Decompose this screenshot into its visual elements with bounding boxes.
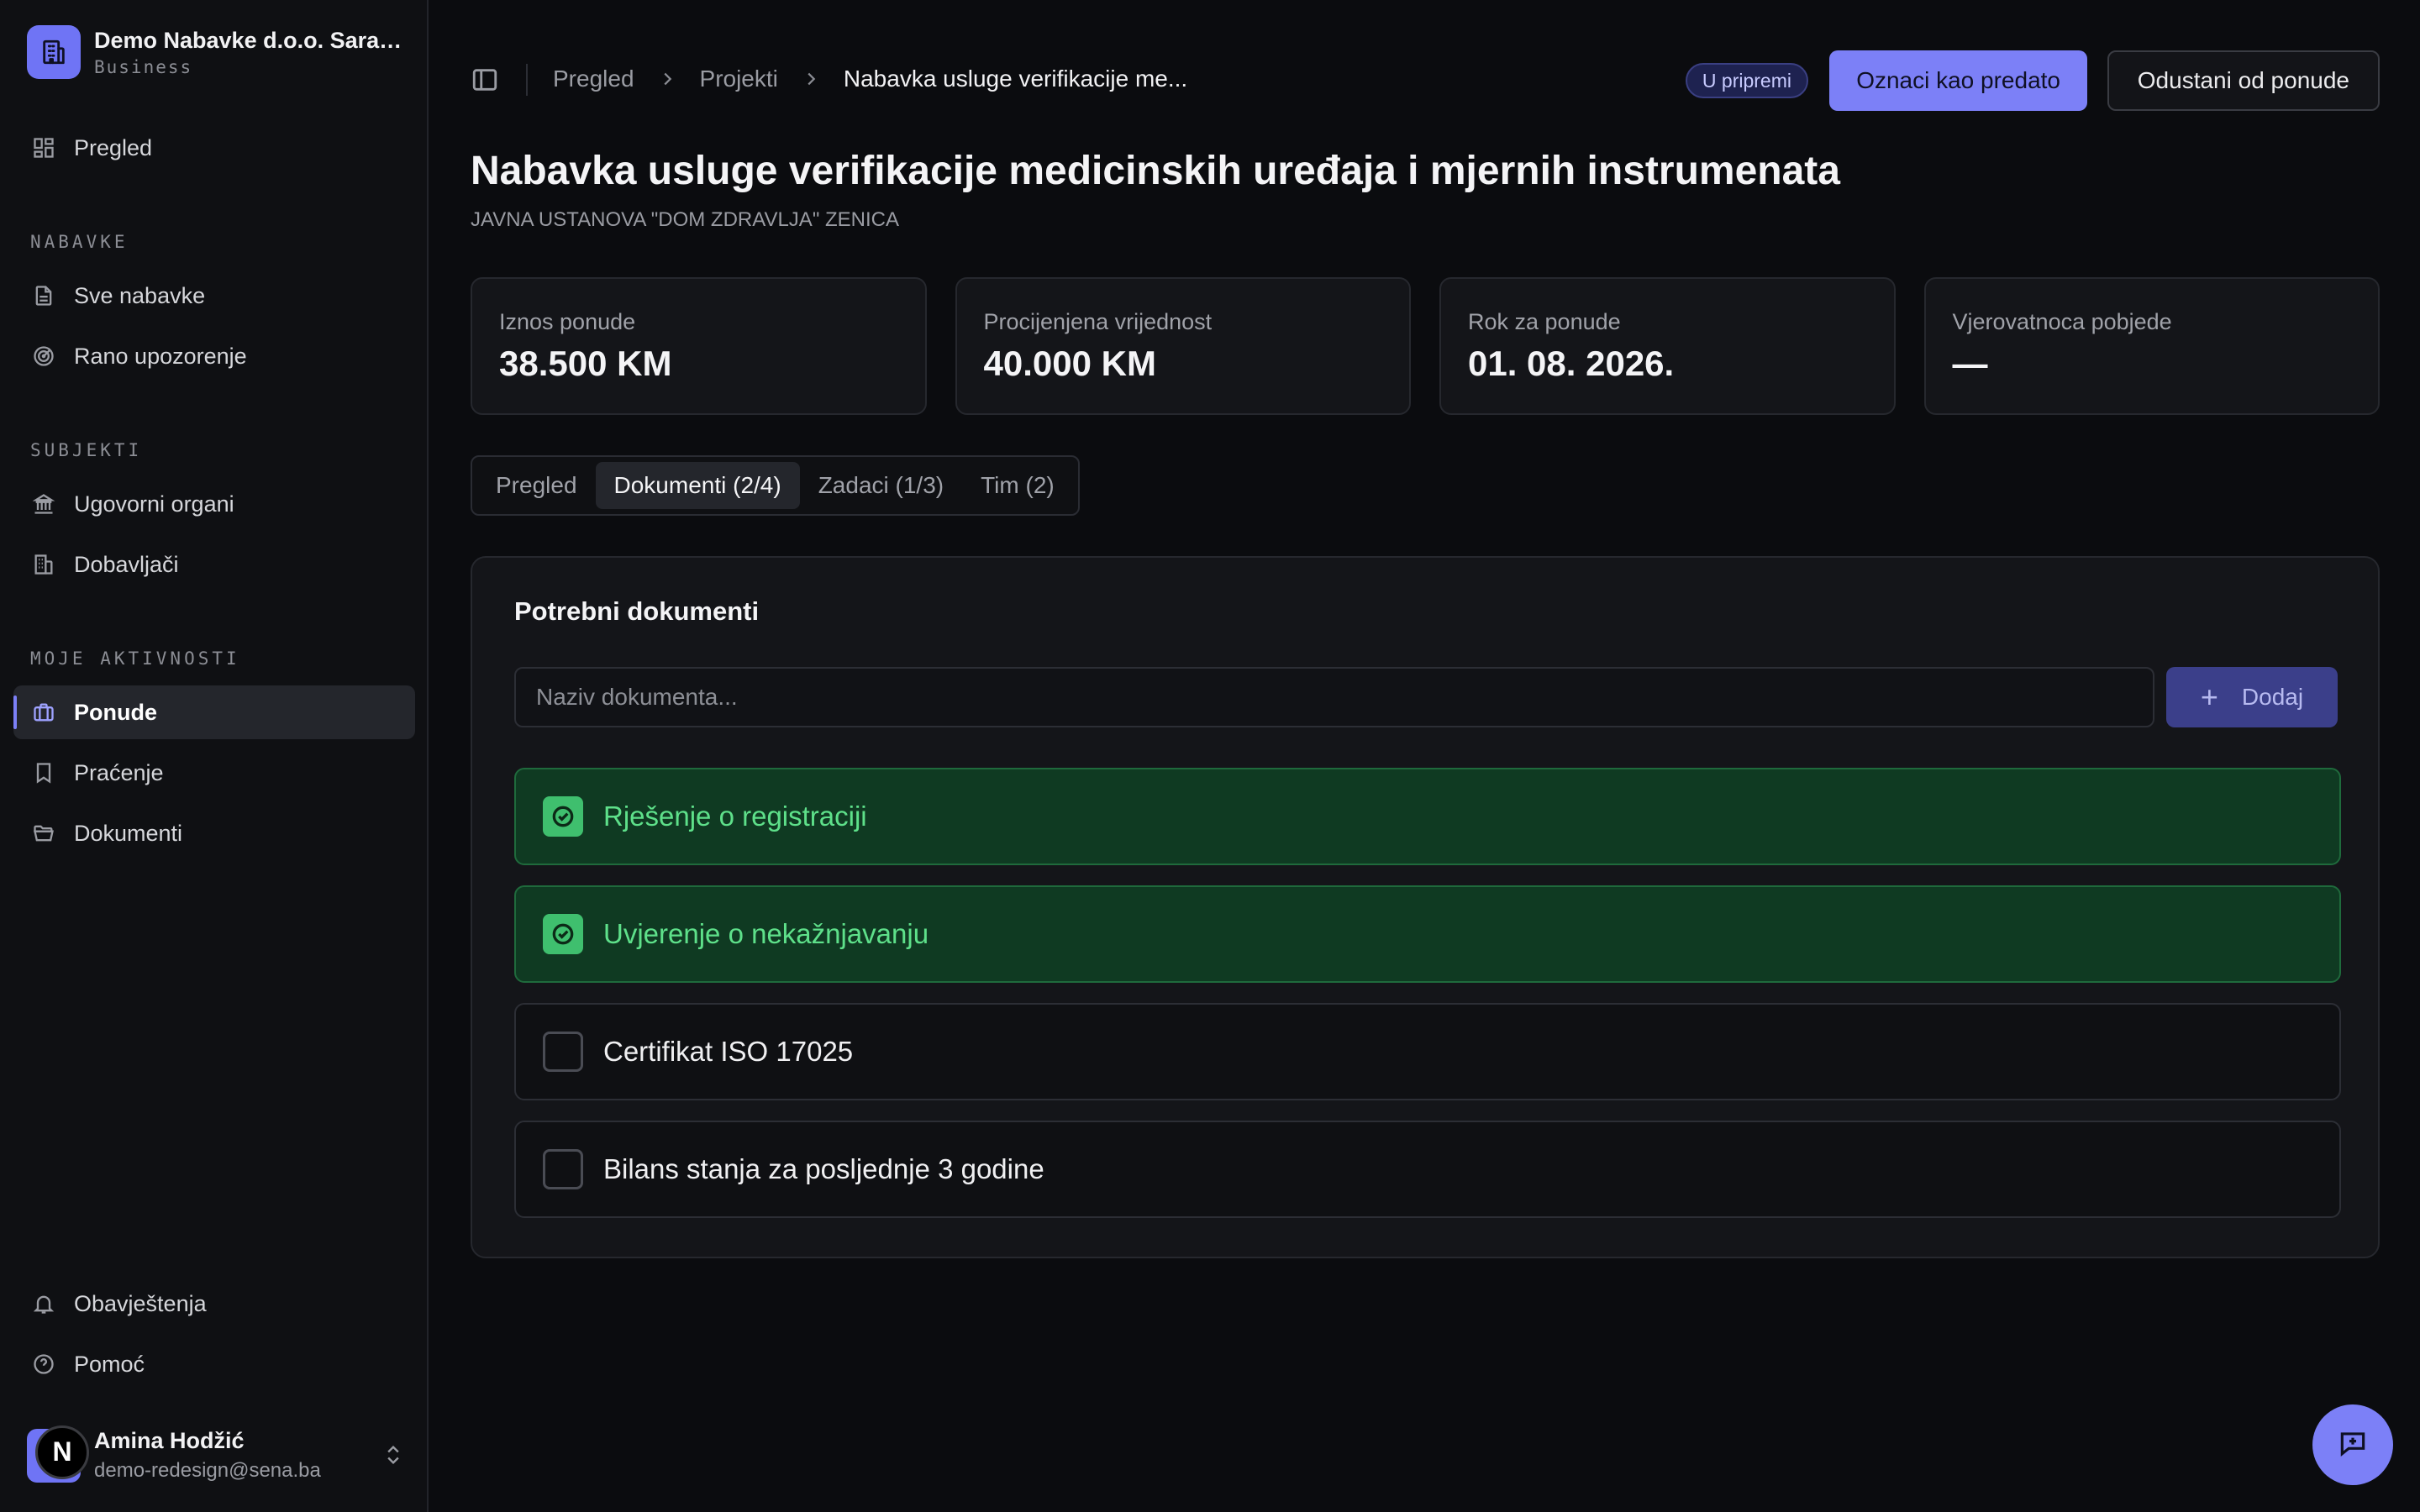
plus-icon: + bbox=[2200, 680, 2218, 714]
topbar: Pregled Projekti Nabavka usluge verifika… bbox=[471, 47, 2380, 111]
stat-label: Procijenjena vrijednost bbox=[983, 309, 1213, 334]
chevron-right-icon bbox=[802, 70, 820, 88]
folder-icon bbox=[30, 820, 57, 847]
document-label: Bilans stanja za posljednje 3 godine bbox=[603, 1153, 1044, 1184]
check-circle-icon[interactable] bbox=[543, 796, 583, 837]
breadcrumb-current: Nabavka usluge verifikacije me... bbox=[843, 66, 1188, 92]
stat-label: Vjerovatnoca pobjede bbox=[1952, 309, 2172, 334]
document-label: Uvjerenje o nekažnjavanju bbox=[603, 918, 929, 949]
sidebar-item-dokumenti[interactable]: Dokumenti bbox=[13, 806, 415, 860]
stat-card: Procijenjena vrijednost 40.000 KM bbox=[955, 277, 1411, 415]
sidebar-item-label: Ponude bbox=[74, 699, 157, 725]
org-switcher[interactable]: Demo Nabavke d.o.o. Sarajevo Business bbox=[27, 25, 405, 79]
landmark-icon bbox=[30, 491, 57, 517]
help-icon bbox=[30, 1351, 57, 1378]
document-label: Certifikat ISO 17025 bbox=[603, 1036, 854, 1067]
stat-value: — bbox=[1952, 344, 1988, 383]
stat-label: Rok za ponude bbox=[1468, 309, 1621, 334]
document-item[interactable]: Bilans stanja za posljednje 3 godine bbox=[514, 1121, 2341, 1218]
panel-toggle-icon[interactable] bbox=[471, 66, 499, 94]
tab-pregled[interactable]: Pregled bbox=[477, 462, 596, 509]
building-icon bbox=[27, 25, 81, 79]
divider bbox=[526, 64, 528, 96]
sidebar-item-label: Praćenje bbox=[74, 759, 164, 785]
stat-card: Vjerovatnoca pobjede — bbox=[1923, 277, 2380, 415]
sidebar-item-label: Sve nabavke bbox=[74, 282, 206, 308]
file-icon bbox=[30, 282, 57, 309]
breadcrumb-projekti[interactable]: Projekti bbox=[700, 66, 778, 92]
breadcrumb-pregled[interactable]: Pregled bbox=[553, 66, 634, 92]
sidebar-item-ponude[interactable]: Ponude bbox=[13, 685, 415, 739]
user-name: Amina Hodžić bbox=[94, 1428, 245, 1453]
document-list: Rješenje o registraciji Uvjerenje o neka… bbox=[514, 768, 2341, 1238]
tab-tim[interactable]: Tim (2) bbox=[962, 462, 1073, 509]
withdraw-offer-button[interactable]: Odustani od ponude bbox=[2107, 50, 2380, 111]
stat-card: Rok za ponude 01. 08. 2026. bbox=[1439, 277, 1896, 415]
sidebar-item-rano-upozorenje[interactable]: Rano upozorenje bbox=[13, 329, 415, 383]
sidebar: Demo Nabavke d.o.o. Sarajevo Business Pr… bbox=[0, 0, 429, 1512]
sidebar-item-dobavljaci[interactable]: Dobavljači bbox=[13, 538, 415, 591]
stat-value: 40.000 KM bbox=[983, 344, 1156, 383]
add-document-button[interactable]: + Dodaj bbox=[2166, 667, 2338, 727]
radar-icon bbox=[30, 343, 57, 370]
documents-title: Potrebni dokumenti bbox=[514, 596, 760, 626]
tab-list: Pregled Dokumenti (2/4) Zadaci (1/3) Tim… bbox=[471, 455, 1080, 516]
stat-value: 01. 08. 2026. bbox=[1468, 344, 1675, 383]
document-item[interactable]: Uvjerenje o nekažnjavanju bbox=[514, 885, 2341, 983]
document-name-input[interactable] bbox=[514, 667, 2154, 727]
chevrons-updown-icon bbox=[381, 1443, 405, 1471]
sidebar-item-pregled[interactable]: Pregled bbox=[13, 121, 415, 175]
checkbox[interactable] bbox=[543, 1032, 583, 1072]
document-item[interactable]: Certifikat ISO 17025 bbox=[514, 1003, 2341, 1100]
sidebar-item-label: Rano upozorenje bbox=[74, 343, 247, 369]
stat-label: Iznos ponude bbox=[499, 309, 636, 334]
tab-zadaci[interactable]: Zadaci (1/3) bbox=[800, 462, 962, 509]
sidebar-item-pracenje[interactable]: Praćenje bbox=[13, 746, 415, 800]
dashboard-icon bbox=[30, 134, 57, 161]
bell-icon bbox=[30, 1290, 57, 1317]
sidebar-item-label: Pomoć bbox=[74, 1351, 145, 1377]
bookmark-icon bbox=[30, 759, 57, 786]
sidebar-item-obavjestenja[interactable]: Obavještenja bbox=[13, 1277, 415, 1331]
checkbox[interactable] bbox=[543, 1149, 583, 1189]
page-subtitle: JAVNA USTANOVA "DOM ZDRAVLJA" ZENICA bbox=[471, 208, 900, 231]
document-item[interactable]: Rješenje o registraciji bbox=[514, 768, 2341, 865]
status-badge: U pripremi bbox=[1685, 63, 1808, 98]
section-label-subjekti: SUBJEKTI bbox=[30, 440, 143, 460]
documents-card: Potrebni dokumenti + Dodaj Rješenje o re… bbox=[471, 556, 2380, 1258]
add-document-label: Dodaj bbox=[2241, 684, 2304, 710]
user-email: demo-redesign@sena.ba bbox=[94, 1459, 321, 1482]
avatar: N bbox=[27, 1425, 89, 1483]
section-label-moje-aktivnosti: MOJE AKTIVNOSTI bbox=[30, 648, 240, 669]
buildings-icon bbox=[30, 551, 57, 578]
chat-button[interactable] bbox=[2312, 1404, 2393, 1485]
user-menu[interactable]: N Amina Hodžić demo-redesign@sena.ba bbox=[27, 1425, 405, 1483]
chevron-right-icon bbox=[658, 70, 676, 88]
sidebar-item-label: Dokumenti bbox=[74, 820, 183, 846]
sidebar-item-label: Obavještenja bbox=[74, 1290, 207, 1316]
sidebar-item-label: Pregled bbox=[74, 134, 153, 160]
page-title: Nabavka usluge verifikacije medicinskih … bbox=[471, 149, 1840, 193]
stats-row: Iznos ponude 38.500 KM Procijenjena vrij… bbox=[471, 277, 2380, 415]
org-name: Demo Nabavke d.o.o. Sarajevo bbox=[94, 27, 405, 53]
breadcrumb: Pregled Projekti Nabavka usluge verifika… bbox=[553, 66, 1187, 92]
avatar-letter: N bbox=[35, 1425, 89, 1479]
sidebar-item-sve-nabavke[interactable]: Sve nabavke bbox=[13, 269, 415, 323]
section-label-nabavke: NABAVKE bbox=[30, 232, 129, 252]
document-label: Rješenje o registraciji bbox=[603, 801, 867, 832]
check-circle-icon[interactable] bbox=[543, 914, 583, 954]
org-plan: Business bbox=[94, 56, 193, 77]
stat-value: 38.500 KM bbox=[499, 344, 672, 383]
chat-plus-icon bbox=[2337, 1427, 2369, 1463]
sidebar-item-ugovorni-organi[interactable]: Ugovorni organi bbox=[13, 477, 415, 531]
sidebar-item-pomoc[interactable]: Pomoć bbox=[13, 1337, 415, 1391]
briefcase-icon bbox=[30, 699, 57, 726]
sidebar-item-label: Dobavljači bbox=[74, 551, 179, 577]
tab-dokumenti[interactable]: Dokumenti (2/4) bbox=[595, 462, 800, 509]
stat-card: Iznos ponude 38.500 KM bbox=[471, 277, 927, 415]
mark-submitted-button[interactable]: Oznaci kao predato bbox=[1829, 50, 2087, 111]
sidebar-item-label: Ugovorni organi bbox=[74, 491, 234, 517]
